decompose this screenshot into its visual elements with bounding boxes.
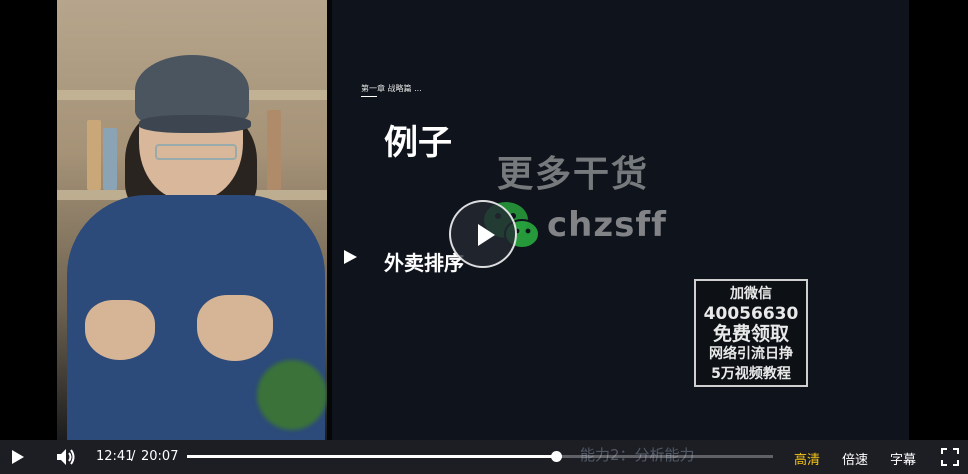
promo-line: 加微信	[730, 286, 772, 302]
fullscreen-icon[interactable]	[941, 448, 959, 466]
slide-title: 例子	[384, 123, 452, 163]
promo-line: 5万视频教程	[711, 366, 791, 382]
play-button[interactable]	[12, 450, 24, 464]
plant	[257, 360, 327, 430]
presenter-camera-feed	[57, 0, 327, 440]
promo-line: 免费领取	[712, 323, 789, 345]
quality-button[interactable]: 高清	[794, 449, 820, 468]
video-stage[interactable]: 第一章 战略篇 ... 例子 外卖排序 更多干货 chzsff 加微信 4005…	[0, 0, 968, 440]
slide-bullet: 外卖排序	[384, 251, 464, 275]
time-separator: /	[131, 449, 136, 464]
presentation-slide: 第一章 战略篇 ... 例子 外卖排序 更多干货 chzsff 加微信 4005…	[332, 0, 909, 440]
subtitle-button[interactable]: 字幕	[890, 449, 916, 468]
speed-button[interactable]: 倍速	[842, 449, 868, 468]
volume-icon[interactable]	[56, 448, 76, 466]
progress-fill	[187, 455, 557, 458]
promo-line: 40056630	[703, 304, 799, 324]
duration: 20:07	[141, 449, 179, 464]
bullet-arrow-icon	[344, 250, 357, 264]
progress-bar[interactable]	[187, 451, 773, 462]
watermark-headline: 更多干货	[497, 154, 650, 195]
current-time: 12:41	[96, 449, 134, 464]
play-icon	[478, 224, 495, 246]
watermark-handle: chzsff	[547, 205, 667, 245]
promo-box: 加微信 40056630 免费领取 网络引流日挣 5万视频教程	[694, 279, 808, 387]
slide-breadcrumb: 第一章 战略篇 ...	[361, 84, 422, 93]
promo-line: 网络引流日挣	[709, 346, 793, 362]
center-play-button[interactable]	[449, 200, 517, 268]
